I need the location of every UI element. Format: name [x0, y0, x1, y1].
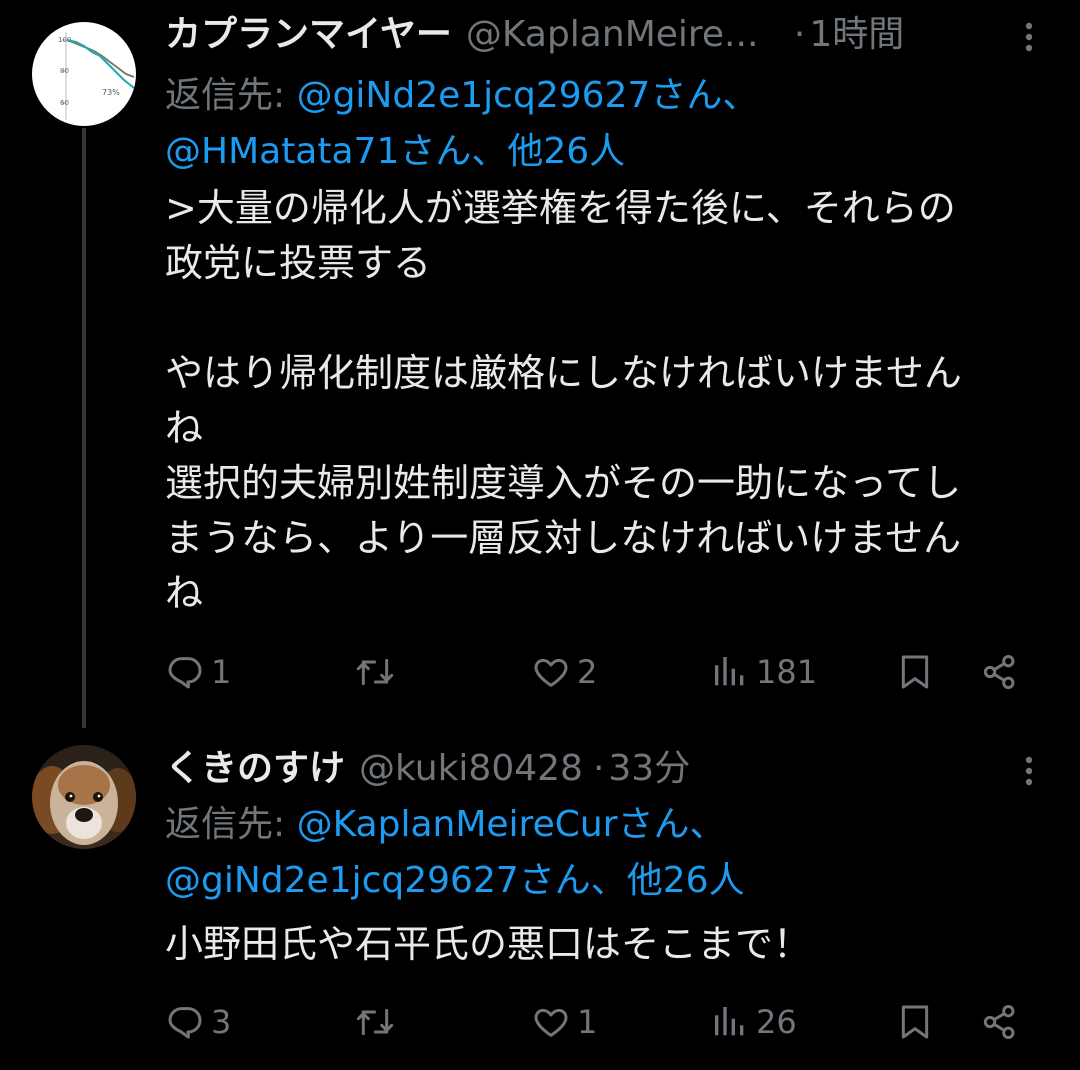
- reply-bubble-icon: [168, 657, 202, 689]
- views-bar-chart-icon: [715, 1007, 744, 1036]
- views-button[interactable]: 181: [710, 642, 817, 702]
- tweet[interactable]: くきのすけ @kuki80428 · 33分 返信先: @KaplanMeire…: [0, 730, 1080, 1070]
- bookmark-icon: [901, 655, 929, 689]
- share-button[interactable]: [980, 642, 1020, 702]
- repost-button[interactable]: [353, 992, 403, 1052]
- separator-dot: ·: [793, 14, 806, 55]
- tweet-body: 小野田氏や石平氏の悪口はそこまで！: [165, 922, 812, 966]
- avatar-chart-image: 100 80 60 73%: [32, 22, 136, 126]
- avatar-annotation: 73%: [102, 88, 120, 97]
- user-handle[interactable]: @KaplanMeire...: [466, 10, 784, 60]
- reply-mentions-link[interactable]: @KaplanMeireCurさん、: [297, 804, 726, 845]
- reply-to-line: 返信先: @giNd2e1jcq29627さん、 @HMatata71さん、他2…: [165, 68, 1045, 180]
- reply-count: 1: [211, 653, 232, 691]
- like-count: 1: [577, 1003, 598, 1041]
- share-icon: [983, 655, 1015, 689]
- reply-bubble-icon: [168, 1007, 202, 1039]
- timestamp[interactable]: 33分: [608, 744, 690, 794]
- display-name[interactable]: カプランマイヤー: [165, 10, 452, 60]
- tweet-header: くきのすけ @kuki80428 · 33分: [165, 744, 690, 794]
- like-button[interactable]: 2: [531, 642, 597, 702]
- repost-arrows-icon: [356, 658, 394, 686]
- action-bar: 3 1 26: [165, 992, 1045, 1052]
- reply-mentions-link[interactable]: @HMatata71さん、他26人: [165, 131, 625, 172]
- reply-mentions-link[interactable]: @giNd2e1jcq29627さん、: [297, 75, 759, 116]
- repost-arrows-icon: [356, 1008, 394, 1036]
- tweet-header: カプランマイヤー @KaplanMeire... · 1時間: [165, 10, 904, 60]
- reply-prefix: 返信先:: [165, 75, 297, 116]
- views-count: 181: [756, 653, 818, 691]
- views-button[interactable]: 26: [710, 992, 797, 1052]
- tweet-body: >大量の帰化人が選挙権を得た後に、それらの 政党に投票する やはり帰化制度は厳格…: [165, 186, 962, 615]
- bookmark-button[interactable]: [895, 642, 935, 702]
- bookmark-icon: [901, 1005, 929, 1039]
- action-bar: 1 2 181: [165, 642, 1045, 702]
- repost-button[interactable]: [353, 642, 403, 702]
- heart-icon: [534, 1008, 568, 1037]
- like-button[interactable]: 1: [531, 992, 597, 1052]
- avatar[interactable]: 100 80 60 73%: [32, 22, 136, 126]
- reply-button[interactable]: 1: [165, 642, 231, 702]
- share-icon: [983, 1005, 1015, 1039]
- reply-mentions-link[interactable]: @giNd2e1jcq29627さん、他26人: [165, 860, 745, 901]
- heart-icon: [534, 658, 568, 687]
- timestamp[interactable]: 1時間: [809, 10, 904, 60]
- reply-to-line: 返信先: @KaplanMeireCurさん、 @giNd2e1jcq29627…: [165, 797, 1045, 909]
- like-count: 2: [577, 653, 598, 691]
- reply-prefix: 返信先:: [165, 804, 297, 845]
- views-bar-chart-icon: [715, 657, 744, 686]
- bookmark-button[interactable]: [895, 992, 935, 1052]
- tweet[interactable]: 100 80 60 73% カプランマイヤー @KaplanMeire... ·…: [0, 0, 1080, 730]
- avatar-tick-label: 80: [60, 67, 69, 75]
- avatar-tick-label: 60: [60, 99, 69, 107]
- share-button[interactable]: [980, 992, 1020, 1052]
- user-handle[interactable]: @kuki80428: [359, 744, 583, 794]
- more-vertical-icon[interactable]: [1014, 12, 1044, 62]
- reply-count: 3: [211, 1003, 232, 1041]
- avatar[interactable]: [32, 745, 136, 849]
- reply-button[interactable]: 3: [165, 992, 231, 1052]
- separator-dot: ·: [592, 748, 605, 789]
- more-vertical-icon[interactable]: [1014, 746, 1044, 796]
- display-name[interactable]: くきのすけ: [165, 744, 345, 794]
- views-count: 26: [756, 1003, 797, 1041]
- avatar-dog-photo: [32, 745, 136, 849]
